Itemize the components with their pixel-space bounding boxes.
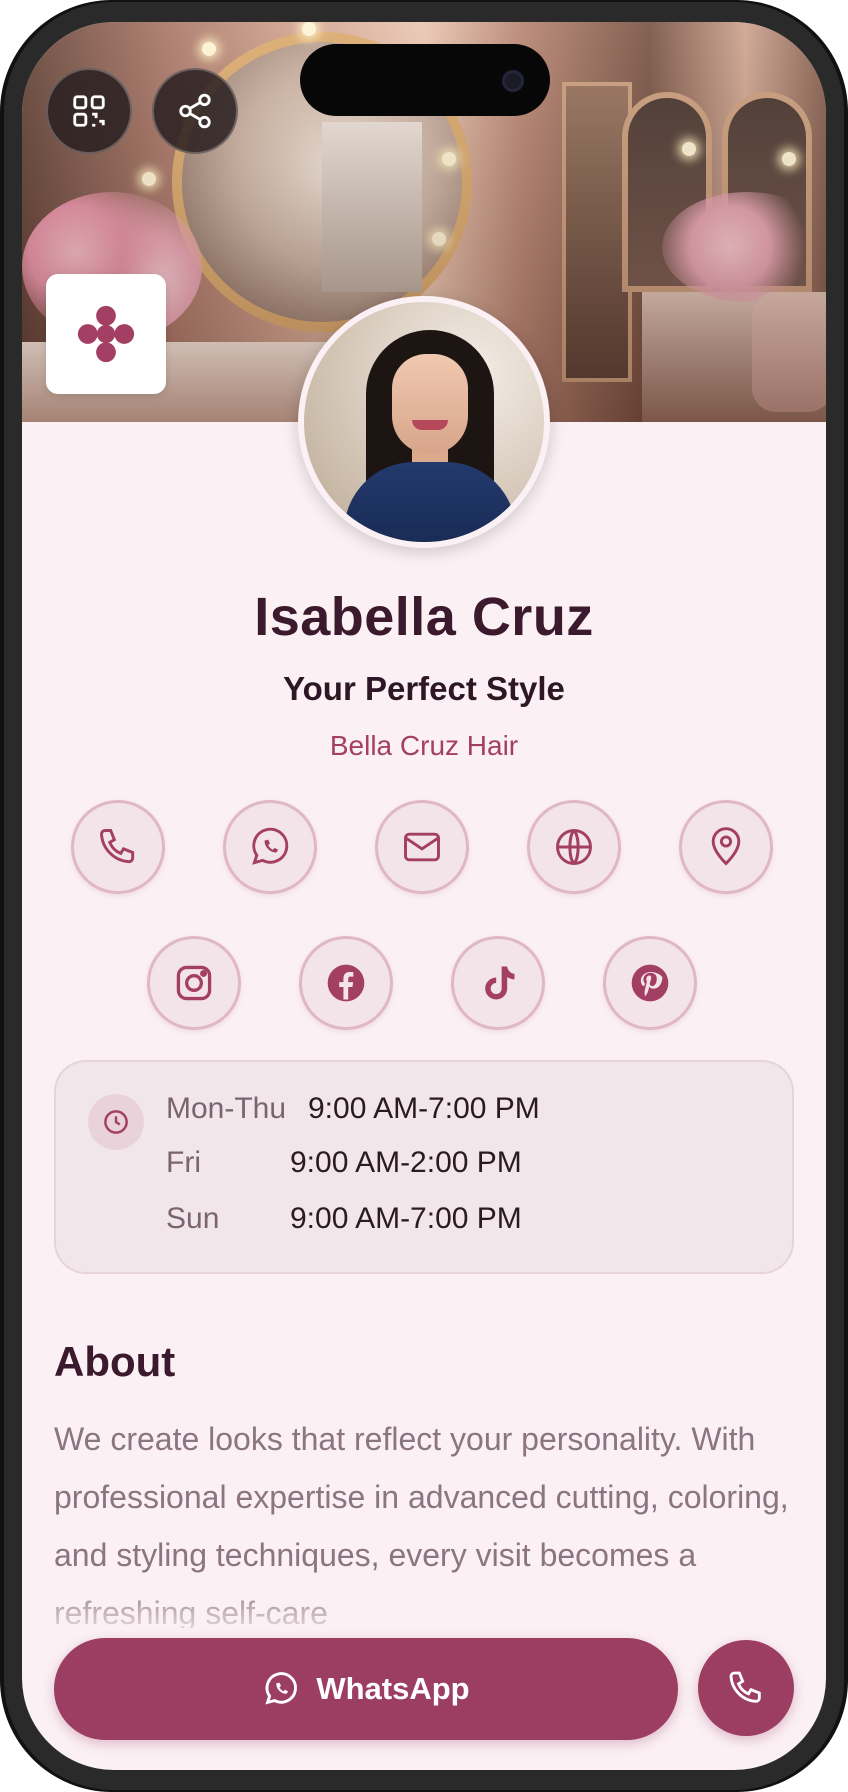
business-hours-card: Mon-Thu 9:00 AM-7:00 PM Fri 9:00 AM-2:00… bbox=[54, 1060, 794, 1274]
hours-row: Fri 9:00 AM-2:00 PM bbox=[166, 1146, 522, 1180]
hours-day: Fri bbox=[166, 1146, 201, 1179]
globe-icon bbox=[556, 829, 592, 865]
hours-time: 9:00 AM-7:00 PM bbox=[308, 1092, 540, 1125]
location-button[interactable] bbox=[679, 800, 773, 894]
whatsapp-contact-button[interactable] bbox=[223, 800, 317, 894]
clock-badge bbox=[88, 1094, 144, 1150]
whatsapp-icon bbox=[252, 827, 289, 865]
screen: Isabella Cruz Your Perfect Style Bella C… bbox=[22, 22, 826, 1770]
phone-frame: Isabella Cruz Your Perfect Style Bella C… bbox=[0, 0, 848, 1792]
hours-day: Sun bbox=[166, 1202, 220, 1235]
whatsapp-button[interactable]: WhatsApp bbox=[54, 1638, 678, 1740]
pinterest-icon bbox=[631, 964, 669, 1002]
instagram-icon bbox=[176, 965, 212, 1001]
camera-icon bbox=[502, 70, 524, 92]
about-heading: About bbox=[54, 1338, 176, 1385]
company-name: Bella Cruz Hair bbox=[329, 730, 519, 761]
profile-avatar bbox=[298, 296, 550, 548]
flower-logo-icon bbox=[77, 305, 135, 363]
pinterest-button[interactable] bbox=[603, 936, 697, 1030]
phone-icon bbox=[100, 829, 135, 864]
content-fade bbox=[22, 1582, 826, 1642]
avatar-smile bbox=[412, 420, 448, 430]
profile-tagline: Your Perfect Style bbox=[283, 670, 565, 707]
tiktok-button[interactable] bbox=[451, 936, 545, 1030]
share-icon bbox=[179, 93, 211, 129]
phone-icon bbox=[729, 1671, 761, 1703]
facebook-icon bbox=[327, 964, 365, 1002]
qr-code-icon bbox=[73, 95, 105, 127]
hours-row: Mon-Thu 9:00 AM-7:00 PM bbox=[166, 1092, 540, 1126]
facebook-button[interactable] bbox=[299, 936, 393, 1030]
whatsapp-icon bbox=[265, 1672, 298, 1705]
instagram-button[interactable] bbox=[147, 936, 241, 1030]
dynamic-island bbox=[300, 44, 550, 116]
phone-button[interactable] bbox=[71, 800, 165, 894]
hours-row: Sun 9:00 AM-7:00 PM bbox=[166, 1202, 522, 1236]
email-icon bbox=[404, 832, 440, 862]
location-pin-icon bbox=[711, 827, 741, 866]
hours-time: 9:00 AM-2:00 PM bbox=[290, 1146, 522, 1179]
avatar-face bbox=[392, 354, 468, 454]
call-button[interactable] bbox=[698, 1640, 794, 1736]
clock-icon bbox=[104, 1110, 128, 1134]
qr-code-button[interactable] bbox=[46, 68, 132, 154]
whatsapp-button-label: WhatsApp bbox=[316, 1671, 470, 1706]
brand-logo bbox=[46, 274, 166, 394]
share-button[interactable] bbox=[152, 68, 238, 154]
website-button[interactable] bbox=[527, 800, 621, 894]
hours-time: 9:00 AM-7:00 PM bbox=[290, 1202, 522, 1235]
tiktok-icon bbox=[485, 966, 515, 1000]
email-button[interactable] bbox=[375, 800, 469, 894]
hours-day: Mon-Thu bbox=[166, 1092, 287, 1125]
profile-name: Isabella Cruz bbox=[254, 587, 594, 647]
